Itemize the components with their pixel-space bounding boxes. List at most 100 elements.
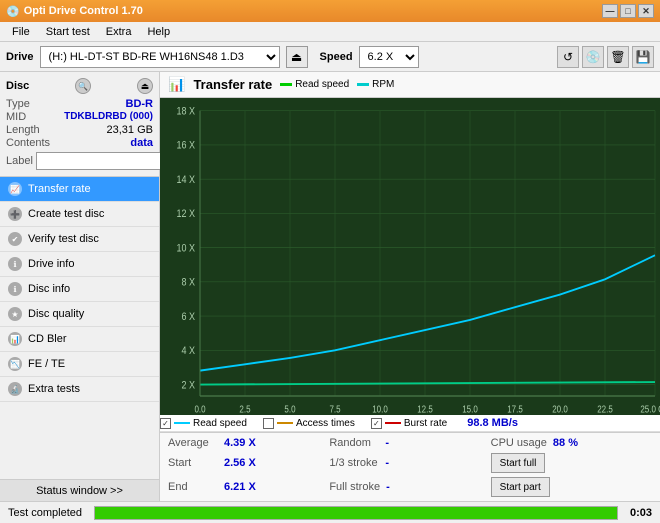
burst-rate-checkbox[interactable]: ✓ — [371, 418, 382, 429]
stats-row-1: Average 4.39 X Random - CPU usage 88 % — [168, 436, 652, 450]
nav-label-verify: Verify test disc — [28, 233, 99, 245]
disc-section: Disc 🔍 ⏏ Type BD-R MID TDKBLDRBD (000) L… — [0, 72, 159, 177]
chart-icon: 📊 — [168, 76, 185, 93]
svg-text:25.0 GB: 25.0 GB — [640, 404, 660, 415]
nav-transfer-rate[interactable]: 📈 Transfer rate — [0, 177, 159, 202]
nav-icon-disc-info: ℹ — [8, 282, 22, 296]
eject-button[interactable]: ⏏ — [286, 46, 308, 68]
stats-row-3: End 6.21 X Full stroke - Start part — [168, 476, 652, 498]
nav-label-create-test: Create test disc — [28, 208, 104, 220]
svg-text:14 X: 14 X — [176, 174, 195, 186]
disc-mid-value: TDKBLDRBD (000) — [64, 111, 153, 123]
stats-start-value: 2.56 X — [224, 457, 256, 469]
status-window-button[interactable]: Status window >> — [0, 479, 159, 501]
menu-start-test[interactable]: Start test — [38, 24, 98, 40]
stats-start-col: Start 2.56 X — [168, 456, 329, 470]
svg-text:8 X: 8 X — [181, 277, 195, 289]
start-full-button[interactable]: Start full — [491, 453, 546, 473]
svg-text:20.0: 20.0 — [552, 404, 568, 415]
legend-read-speed-color — [280, 83, 292, 86]
nav-disc-info[interactable]: ℹ Disc info — [0, 277, 159, 302]
menu-extra[interactable]: Extra — [98, 24, 140, 40]
nav-cd-bler[interactable]: 📊 CD Bler — [0, 327, 159, 352]
stats-start-label: Start — [168, 457, 218, 469]
access-times-checkbox-item[interactable]: Access times — [263, 418, 355, 429]
disc-mid-label: MID — [6, 111, 26, 123]
nav-create-test-disc[interactable]: ➕ Create test disc — [0, 202, 159, 227]
disc-icon[interactable]: 💿 — [582, 46, 604, 68]
window-controls: — □ ✕ — [602, 4, 654, 18]
stats-stroke-1-3-value: - — [385, 457, 389, 469]
stats-start-full-col: Start full — [491, 452, 652, 474]
nav-label-cd-bler: CD Bler — [28, 333, 67, 345]
nav-label-disc-quality: Disc quality — [28, 308, 84, 320]
disc-length-label: Length — [6, 124, 40, 136]
svg-text:16 X: 16 X — [176, 140, 195, 152]
stats-random-col: Random - — [329, 436, 490, 450]
minimize-button[interactable]: — — [602, 4, 618, 18]
read-speed-checkbox[interactable]: ✓ — [160, 418, 171, 429]
nav-disc-quality[interactable]: ★ Disc quality — [0, 302, 159, 327]
refresh-icon[interactable]: ↺ — [557, 46, 579, 68]
status-time: 0:03 — [622, 507, 660, 519]
disc-mid-row: MID TDKBLDRBD (000) — [6, 111, 153, 123]
nav-extra-tests[interactable]: 🔬 Extra tests — [0, 377, 159, 402]
disc-label-input[interactable] — [36, 152, 176, 170]
save-icon[interactable]: 💾 — [632, 46, 654, 68]
svg-text:12 X: 12 X — [176, 208, 195, 220]
disc-type-row: Type BD-R — [6, 98, 153, 110]
burst-rate-value: 98.8 MB/s — [467, 417, 518, 429]
nav-label-fe-te: FE / TE — [28, 358, 65, 370]
legend-row: ✓ Read speed Access times ✓ Burst rate 9… — [160, 415, 660, 432]
nav-verify-test-disc[interactable]: ✔ Verify test disc — [0, 227, 159, 252]
stats-full-stroke-col: Full stroke - — [329, 480, 490, 494]
nav-drive-info[interactable]: ℹ Drive info — [0, 252, 159, 277]
disc-contents-label: Contents — [6, 137, 50, 149]
nav-label-disc-info: Disc info — [28, 283, 70, 295]
legend-rpm-label: RPM — [372, 79, 394, 90]
nav-label-extra-tests: Extra tests — [28, 383, 80, 395]
svg-text:18 X: 18 X — [176, 106, 195, 118]
read-speed-checkbox-item[interactable]: ✓ Read speed — [160, 418, 247, 429]
app-title: Opti Drive Control 1.70 — [24, 5, 143, 17]
disc-type-label: Type — [6, 98, 30, 110]
drive-select[interactable]: (H:) HL-DT-ST BD-RE WH16NS48 1.D3 — [40, 46, 280, 68]
access-times-checkbox[interactable] — [263, 418, 274, 429]
disc-label-key: Label — [6, 155, 33, 167]
start-part-button[interactable]: Start part — [491, 477, 550, 497]
progress-bar-fill — [95, 507, 617, 519]
stats-end-value: 6.21 X — [224, 481, 256, 493]
right-panel: 📊 Transfer rate Read speed RPM — [160, 72, 660, 501]
menu-file[interactable]: File — [4, 24, 38, 40]
nav-fe-te[interactable]: 📉 FE / TE — [0, 352, 159, 377]
svg-text:22.5: 22.5 — [597, 404, 613, 415]
svg-text:17.5: 17.5 — [507, 404, 523, 415]
stats-stroke-1-3-col: 1/3 stroke - — [329, 456, 490, 470]
svg-text:2.5: 2.5 — [239, 404, 250, 415]
disc-eject-icon: ⏏ — [137, 78, 153, 94]
disc-section-title: Disc — [6, 80, 29, 92]
legend-read-speed-label: Read speed — [295, 79, 349, 90]
erase-icon[interactable]: 🗑 — [607, 46, 629, 68]
burst-rate-legend-label: Burst rate — [404, 418, 447, 429]
stats-random-label: Random — [329, 437, 379, 449]
menu-help[interactable]: Help — [139, 24, 178, 40]
status-text: Test completed — [0, 507, 90, 519]
chart-title: Transfer rate — [193, 77, 272, 92]
nav-icon-fe-te: 📉 — [8, 357, 22, 371]
nav-icon-verify: ✔ — [8, 232, 22, 246]
svg-text:6 X: 6 X — [181, 311, 195, 323]
disc-type-value: BD-R — [126, 98, 154, 110]
disc-label-row: Label 🔍 — [6, 152, 153, 170]
legend-read-speed: Read speed — [280, 79, 349, 90]
speed-select[interactable]: 6.2 X 8 X 12 X 16 X — [359, 46, 419, 68]
progress-bar-container — [94, 506, 618, 520]
maximize-button[interactable]: □ — [620, 4, 636, 18]
disc-header: Disc 🔍 ⏏ — [6, 78, 153, 94]
burst-rate-checkbox-item[interactable]: ✓ Burst rate — [371, 418, 447, 429]
disc-detail-icon: 🔍 — [75, 78, 91, 94]
transfer-rate-chart: 18 X 16 X 14 X 12 X 10 X 8 X 6 X 4 X 2 X… — [160, 98, 660, 415]
app-icon: 💿 — [6, 5, 20, 18]
close-button[interactable]: ✕ — [638, 4, 654, 18]
svg-text:5.0: 5.0 — [284, 404, 295, 415]
